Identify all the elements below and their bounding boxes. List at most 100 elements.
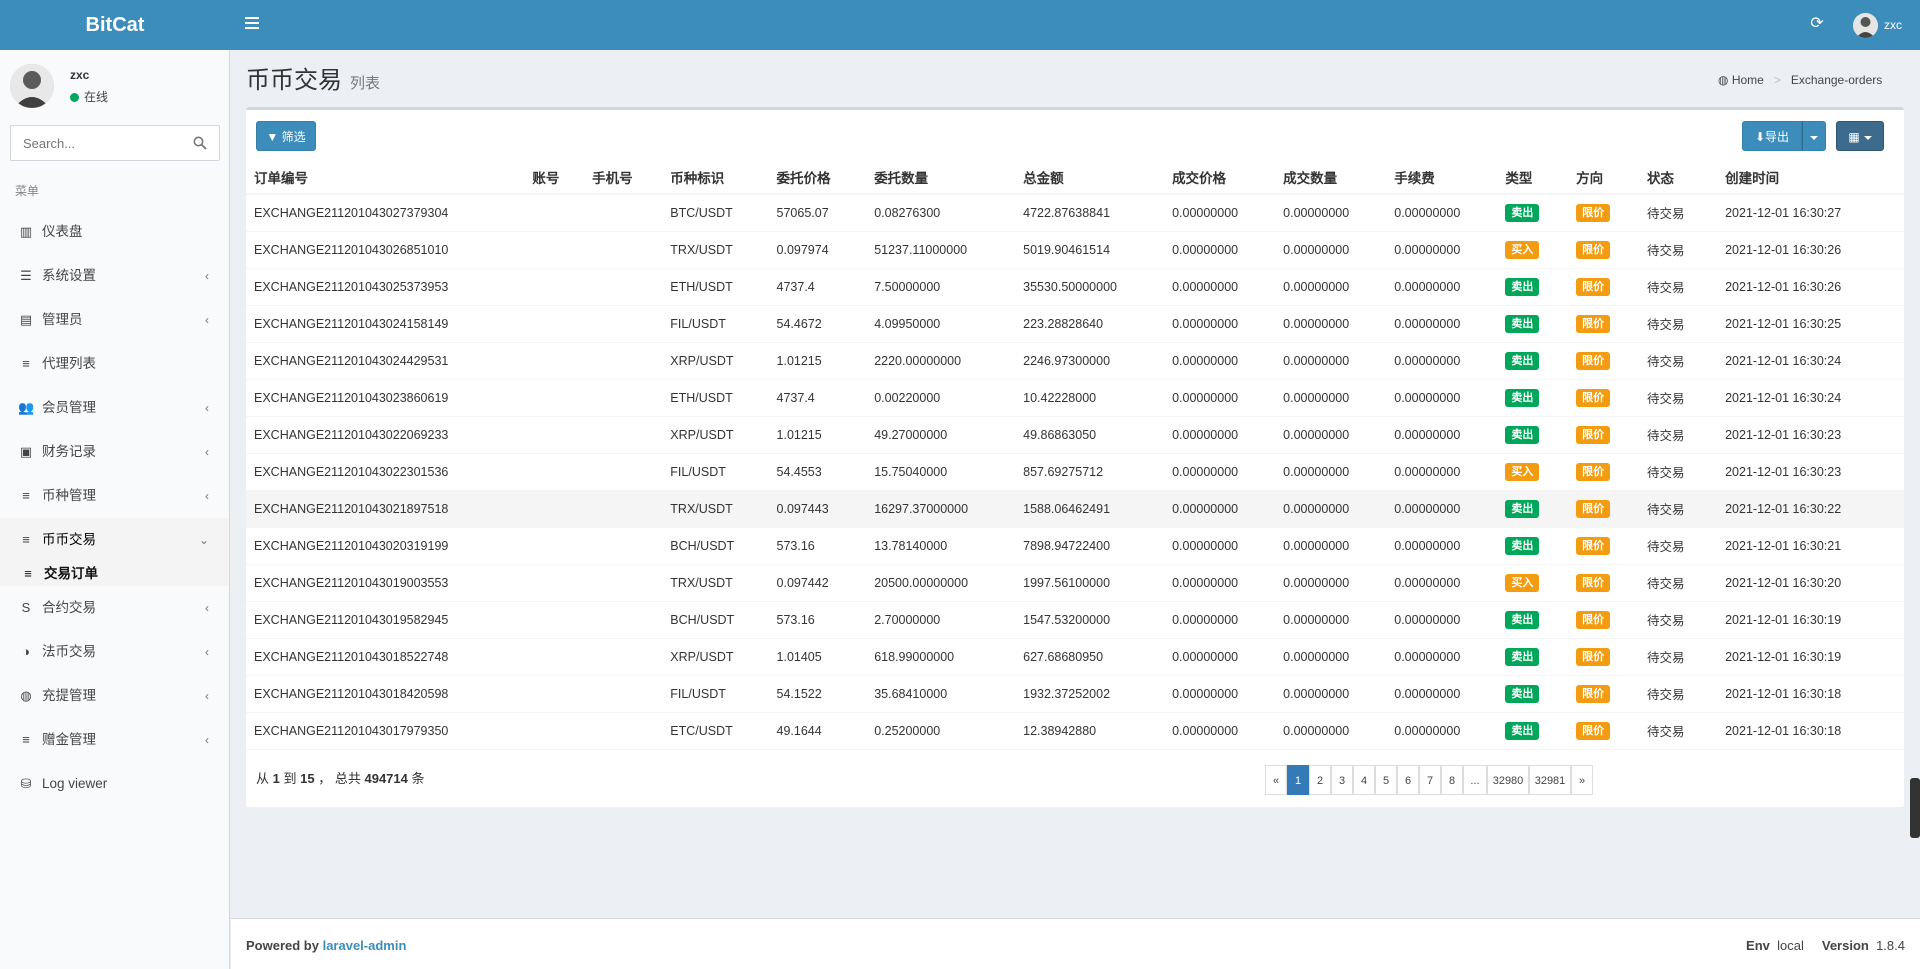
top-user-name[interactable]: zxc — [1884, 18, 1902, 32]
sidebar-item-2[interactable]: ▤ 管理员 ‹ — [0, 298, 229, 342]
page-button[interactable]: 32980 — [1487, 765, 1529, 795]
table-cell — [584, 416, 663, 454]
sidebar-subitem-orders[interactable]: ≡ 交易订单 — [0, 562, 229, 586]
table-cell: 限价 — [1568, 268, 1639, 306]
table-cell: 223.28828640 — [1015, 305, 1165, 343]
page-button[interactable]: 5 — [1375, 765, 1397, 795]
table-row[interactable]: EXCHANGE211201043019582945 BCH/USDT 573.16… — [246, 601, 1904, 639]
page-button[interactable]: 4 — [1353, 765, 1375, 795]
table-cell: EXCHANGE211201043024158149 — [246, 305, 525, 343]
page-button[interactable]: 6 — [1397, 765, 1419, 795]
search-icon[interactable] — [193, 136, 207, 150]
table-row[interactable]: EXCHANGE211201043017979350 ETC/USDT 49.164… — [246, 712, 1904, 750]
column-header[interactable]: 成交数量 — [1275, 160, 1387, 195]
page-button[interactable]: « — [1265, 765, 1287, 795]
table-cell: 卖出 — [1497, 268, 1569, 306]
sidebar-item-6[interactable]: ≡ 币种管理 ‹ — [0, 474, 229, 518]
table-row[interactable]: EXCHANGE211201043021897518 TRX/USDT 0.0974… — [246, 490, 1904, 528]
table-row[interactable]: EXCHANGE211201043019003553 TRX/USDT 0.0974… — [246, 564, 1904, 602]
column-header[interactable]: 账号 — [524, 160, 585, 195]
sidebar-item-9[interactable]: ◑ 法币交易 ‹ — [0, 630, 229, 674]
sidebar-item-label: 充提管理 — [42, 688, 96, 703]
table-row[interactable]: EXCHANGE211201043018522748 XRP/USDT 1.0140… — [246, 638, 1904, 676]
table-row[interactable]: EXCHANGE211201043027379304 BTC/USDT 57065.… — [246, 194, 1904, 232]
sidebar-item-0[interactable]: ▥ 仪表盘 — [0, 210, 229, 254]
table-row[interactable]: EXCHANGE211201043020319199 BCH/USDT 573.16… — [246, 527, 1904, 565]
sidebar-item-11[interactable]: ≡ 赠金管理 ‹ — [0, 718, 229, 762]
column-header[interactable]: 手续费 — [1386, 160, 1498, 195]
sidebar-item-label: 币币交易 — [42, 532, 96, 547]
table-cell: 卖出 — [1497, 527, 1569, 565]
column-header[interactable]: 手机号 — [584, 160, 663, 195]
table-cell — [524, 231, 585, 269]
column-header[interactable]: 创建时间 — [1717, 160, 1904, 195]
table-row[interactable]: EXCHANGE211201043024158149 FIL/USDT 54.467… — [246, 305, 1904, 343]
column-header[interactable]: 方向 — [1568, 160, 1639, 195]
table-cell: 0.00000000 — [1275, 527, 1387, 565]
page-button[interactable]: 7 — [1419, 765, 1441, 795]
type-badge: 卖出 — [1505, 721, 1540, 740]
search-input[interactable] — [11, 126, 186, 160]
table-cell: 0.00000000 — [1164, 379, 1276, 417]
page-button[interactable]: 8 — [1441, 765, 1463, 795]
table-row[interactable]: EXCHANGE211201043022301536 FIL/USDT 54.455… — [246, 453, 1904, 491]
column-header[interactable]: 成交价格 — [1164, 160, 1276, 195]
user-avatar-top[interactable] — [1853, 13, 1878, 38]
page-button[interactable]: ... — [1463, 765, 1487, 795]
laravel-admin-link[interactable]: laravel-admin — [323, 938, 407, 953]
export-dropdown-button[interactable] — [1802, 121, 1826, 151]
sidebar-item-10[interactable]: ◍ 充提管理 ‹ — [0, 674, 229, 718]
table-row[interactable]: EXCHANGE211201043018420598 FIL/USDT 54.152… — [246, 675, 1904, 713]
page-button[interactable]: 1 — [1287, 765, 1309, 795]
table-cell — [584, 675, 663, 713]
column-header[interactable]: 类型 — [1497, 160, 1569, 195]
table-cell: 限价 — [1568, 527, 1639, 565]
sidebar-item-8[interactable]: S 合约交易 ‹ — [0, 586, 229, 630]
table-cell — [584, 194, 663, 232]
filter-button[interactable]: ▼ 筛选 — [256, 121, 316, 151]
app-logo[interactable]: BitCat — [0, 0, 230, 50]
table-cell: 1997.56100000 — [1015, 564, 1165, 602]
sidebar-toggle-icon[interactable] — [245, 17, 259, 31]
column-header[interactable]: 币种标识 — [662, 160, 769, 195]
table-cell: 待交易 — [1638, 416, 1718, 454]
table-row[interactable]: EXCHANGE211201043026851010 TRX/USDT 0.0979… — [246, 231, 1904, 269]
column-header[interactable]: 状态 — [1638, 160, 1718, 195]
table-cell: FIL/USDT — [662, 453, 769, 491]
table-cell: 卖出 — [1497, 194, 1569, 232]
scrollbar-handle[interactable] — [1910, 778, 1920, 838]
column-header[interactable]: 委托价格 — [768, 160, 867, 195]
table-row[interactable]: EXCHANGE211201043022069233 XRP/USDT 1.0121… — [246, 416, 1904, 454]
sidebar-item-12[interactable]: ⛁ Log viewer — [0, 762, 229, 806]
sidebar-item-5[interactable]: ▣ 财务记录 ‹ — [0, 430, 229, 474]
table-cell: 0.00000000 — [1386, 527, 1498, 565]
table-row[interactable]: EXCHANGE211201043024429531 XRP/USDT 1.0121… — [246, 342, 1904, 380]
sidebar-item-3[interactable]: ≡ 代理列表 — [0, 342, 229, 386]
page-button[interactable]: 2 — [1309, 765, 1331, 795]
table-cell: 限价 — [1568, 638, 1639, 676]
table-cell: EXCHANGE211201043023860619 — [246, 379, 525, 417]
sidebar-item-1[interactable]: ☰ 系统设置 ‹ — [0, 254, 229, 298]
table-row[interactable]: EXCHANGE211201043023860619 ETH/USDT 4737.4… — [246, 379, 1904, 417]
database-icon: ⛁ — [20, 776, 32, 791]
table-cell: 2220.00000000 — [866, 342, 1016, 380]
bars-icon: ≡ — [24, 566, 32, 581]
column-header[interactable]: 订单编号 — [246, 160, 525, 195]
breadcrumb-home[interactable]: Home — [1732, 73, 1764, 87]
sidebar-item-7[interactable]: ≡ 币币交易 ⌄ — [0, 518, 229, 562]
page-button[interactable]: » — [1571, 765, 1593, 795]
table-cell: 0.00000000 — [1386, 564, 1498, 602]
sidebar-item-4[interactable]: 👥 会员管理 ‹ — [0, 386, 229, 430]
export-button[interactable]: ⬇导出 — [1742, 121, 1802, 151]
refresh-icon[interactable]: ⟳ — [1808, 15, 1826, 33]
page-button[interactable]: 32981 — [1529, 765, 1571, 795]
page-button[interactable]: 3 — [1331, 765, 1353, 795]
table-row[interactable]: EXCHANGE211201043025373953 ETH/USDT 4737.4… — [246, 268, 1904, 306]
column-header[interactable]: 总金额 — [1015, 160, 1165, 195]
table-cell: BCH/USDT — [662, 601, 769, 639]
table-cell: 0.08276300 — [866, 194, 1016, 232]
table-cell — [584, 564, 663, 602]
type-badge: 买入 — [1505, 573, 1540, 592]
column-header[interactable]: 委托数量 — [866, 160, 1016, 195]
columns-button[interactable]: ▦ — [1836, 121, 1884, 151]
